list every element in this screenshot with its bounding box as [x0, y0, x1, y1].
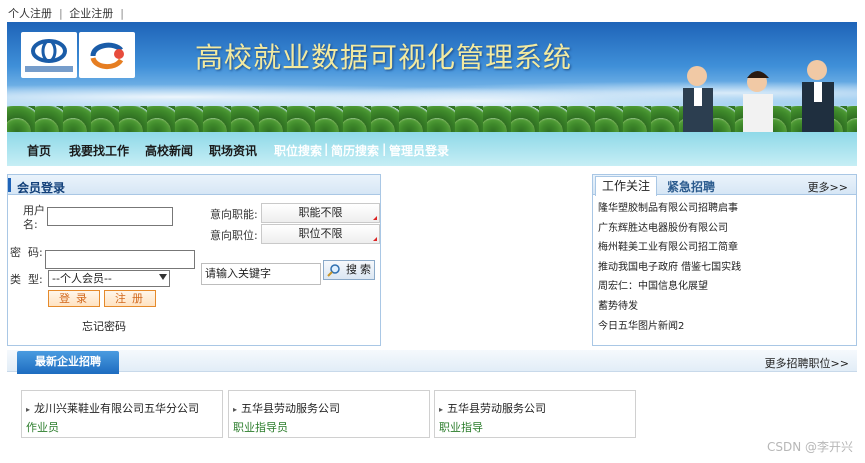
username-input[interactable] [47, 207, 173, 226]
news-list: 隆华塑胶制品有限公司招聘启事 广东辉胜达电器股份有限公司 梅州鞋美工业有限公司招… [598, 199, 741, 336]
news-item[interactable]: 今日五华图片新闻2 [598, 317, 741, 337]
function-value: 职能不限 [298, 206, 343, 219]
company-register-link[interactable]: 企业注册 [69, 7, 113, 20]
password-label: 密 码: [10, 246, 43, 259]
position-label: 意向职位: [210, 229, 258, 242]
news-item[interactable]: 蓄势待发 [598, 297, 741, 317]
login-button[interactable]: 登录 [48, 290, 100, 307]
job-position[interactable]: 职业指导员 [233, 419, 288, 435]
job-company-name: 五华县劳动服务公司 [447, 402, 547, 415]
personal-register-link[interactable]: 个人注册 [8, 7, 52, 20]
job-company[interactable]: ▸ 五华县劳动服务公司 [233, 400, 340, 416]
username-label-suffix: 名: [23, 218, 38, 231]
bullet-icon: ▸ [233, 405, 238, 414]
login-panel-title: 会员登录 [17, 181, 66, 195]
separator: | [59, 7, 63, 20]
news-item[interactable]: 梅州鞋美工业有限公司招工简章 [598, 238, 741, 258]
password-input[interactable] [45, 250, 195, 269]
job-position[interactable]: 职业指导 [439, 419, 483, 435]
dropdown-corner-icon [373, 237, 377, 241]
header-accent [8, 178, 11, 192]
tab-work-focus[interactable]: 工作关注 [595, 176, 657, 196]
job-company[interactable]: ▸ 龙川兴莱鞋业有限公司五华分公司 [26, 400, 199, 416]
news-item[interactable]: 广东辉胜达电器股份有限公司 [598, 219, 741, 239]
header-banner: 高校就业数据可视化管理系统 [7, 22, 857, 132]
search-icon [327, 264, 340, 277]
china-mobile-logo-text [25, 66, 73, 72]
top-links: 个人注册 | 企业注册 | [8, 5, 127, 21]
main-nav: 首页 我要找工作 高校新闻 职场资讯 职位搜索 | 简历搜索 | 管理员登录 [7, 132, 857, 166]
banner-people-illustration [683, 60, 834, 132]
forgot-password-link[interactable]: 忘记密码 [82, 318, 126, 334]
job-card: ▸ 五华县劳动服务公司 职业指导员 [228, 390, 430, 438]
separator: | [120, 7, 124, 20]
login-panel-header: 会员登录 [8, 175, 380, 195]
news-panel-header: 工作关注 紧急招聘 更多>> [593, 175, 856, 196]
user-type-value: --个人会员-- [52, 272, 112, 285]
user-type-label: 类 型: [10, 273, 43, 286]
function-select[interactable]: 职能不限 [261, 203, 380, 223]
nav-admin-login[interactable]: 管理员登录 [389, 142, 449, 159]
register-button[interactable]: 注册 [104, 290, 156, 307]
chevron-down-icon [159, 274, 167, 280]
nav-divider: | [324, 142, 329, 156]
bullet-icon: ▸ [439, 405, 444, 414]
csdn-watermark: CSDN @李开兴 [766, 440, 853, 454]
nav-home[interactable]: 首页 [27, 142, 51, 159]
position-value: 职位不限 [298, 227, 343, 240]
news-panel: 工作关注 紧急招聘 更多>> 隆华塑胶制品有限公司招聘启事 广东辉胜达电器股份有… [592, 174, 857, 346]
nav-career-info[interactable]: 职场资讯 [209, 142, 257, 159]
partner-logo-mark [90, 42, 124, 69]
job-card: ▸ 龙川兴莱鞋业有限公司五华分公司 作业员 [21, 390, 223, 438]
more-jobs-link[interactable]: 更多招聘职位>> [765, 355, 849, 371]
search-button-label: 搜索 [346, 263, 374, 276]
nav-divider: | [382, 142, 387, 156]
keyword-input[interactable]: 请输入关键字 [201, 263, 321, 285]
news-item[interactable]: 隆华塑胶制品有限公司招聘启事 [598, 199, 741, 219]
china-mobile-logo [21, 32, 77, 78]
job-card: ▸ 五华县劳动服务公司 职业指导 [434, 390, 636, 438]
news-more-link[interactable]: 更多>> [808, 179, 848, 195]
nav-resume-search[interactable]: 简历搜索 [331, 142, 379, 159]
bullet-icon: ▸ [26, 405, 31, 414]
nav-job-search[interactable]: 职位搜索 [274, 142, 322, 159]
job-company-name: 五华县劳动服务公司 [241, 402, 341, 415]
latest-jobs-header: 最新企业招聘 更多招聘职位>> [7, 350, 857, 374]
banner-title: 高校就业数据可视化管理系统 [195, 41, 573, 74]
nav-campus-news[interactable]: 高校新闻 [145, 142, 193, 159]
member-login-panel: 会员登录 用户 名: 密 码: 类 型: --个人会员-- 登录 注册 忘记密码… [7, 174, 381, 346]
function-label: 意向职能: [210, 208, 258, 221]
job-position[interactable]: 作业员 [26, 419, 59, 435]
china-mobile-logo-mark [31, 39, 67, 63]
user-type-select[interactable]: --个人会员-- [48, 270, 170, 287]
tab-urgent-hiring[interactable]: 紧急招聘 [667, 178, 715, 195]
nav-find-job[interactable]: 我要找工作 [69, 142, 129, 159]
job-company-name: 龙川兴莱鞋业有限公司五华分公司 [34, 402, 200, 415]
search-button[interactable]: 搜索 [323, 260, 375, 280]
job-company[interactable]: ▸ 五华县劳动服务公司 [439, 400, 546, 416]
tab-latest-company-jobs[interactable]: 最新企业招聘 [17, 351, 119, 374]
position-select[interactable]: 职位不限 [261, 224, 380, 244]
partner-logo [79, 32, 135, 78]
dropdown-corner-icon [373, 216, 377, 220]
news-item[interactable]: 推动我国电子政府 借鉴七国实践 [598, 258, 741, 278]
news-item[interactable]: 周宏仁：中国信息化展望 [598, 277, 741, 297]
